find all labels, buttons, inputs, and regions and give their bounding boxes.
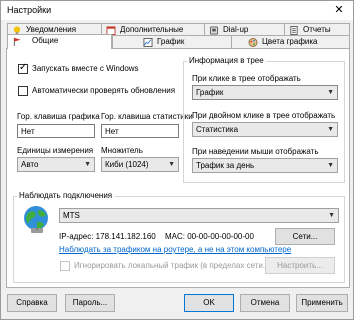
multiplier-label: Множитель (101, 146, 143, 155)
tray-click-label: При клике в трее отображать (192, 74, 301, 83)
tray-hover-value: Трафик за день (196, 161, 255, 170)
report-icon (290, 26, 298, 35)
configure-button[interactable]: Настроить... (265, 257, 335, 274)
multiplier-select[interactable]: Киби (1024) ▼ (101, 157, 179, 172)
hotkey-graph-input[interactable]: Нет (17, 124, 95, 138)
chevron-down-icon: ▼ (84, 161, 91, 168)
graph-icon (143, 38, 153, 47)
multiplier-value: Киби (1024) (105, 160, 149, 169)
autostart-checkbox[interactable] (18, 62, 28, 74)
tray-click-select[interactable]: График ▼ (192, 85, 338, 100)
hotkey-stats-input[interactable]: Нет (101, 124, 179, 138)
tab-notifications-label: Уведомления (26, 25, 77, 34)
tab-graph-colors-label: Цвета графика (262, 37, 318, 46)
tab-general[interactable]: Общие (7, 34, 112, 49)
title-bar: Настройки ✕ (1, 1, 353, 20)
close-icon[interactable]: ✕ (325, 1, 353, 20)
tab-general-label: Общие (32, 36, 59, 45)
tray-dblclick-label: При двойном клике в трее отображать (192, 111, 336, 120)
chevron-down-icon: ▼ (168, 161, 175, 168)
router-link[interactable]: Наблюдать за трафиком на роутере, а не н… (59, 245, 291, 254)
autoupdate-checkbox[interactable] (18, 86, 28, 96)
window-title: Настройки (7, 5, 52, 15)
password-button[interactable]: Пароль... (65, 294, 115, 312)
globe-network-icon (24, 206, 48, 233)
tray-hover-label: При наведении мыши отображать (192, 147, 319, 156)
networks-button[interactable]: Сети... (275, 228, 335, 245)
tray-dblclick-select[interactable]: Статистика ▼ (192, 122, 338, 137)
ignore-local-checkbox[interactable] (60, 261, 70, 271)
tab-reports-label: Отчеты (303, 25, 331, 34)
ignore-local-label: Игнорировать локальный трафик (в предела… (74, 261, 270, 270)
help-button[interactable]: Справка (7, 294, 57, 312)
flag-icon (13, 37, 21, 46)
autoupdate-label: Автоматически проверять обновления (32, 86, 176, 95)
tab-dialup-label: Dial-up (223, 25, 249, 34)
settings-window: Настройки ✕ Уведомления Дополнительные D… (0, 0, 354, 320)
tab-graph[interactable]: График (112, 35, 232, 48)
chevron-down-icon: ▼ (327, 162, 334, 169)
mac-address-text: MAC: 00-00-00-00-00-00 (165, 232, 254, 241)
connection-select[interactable]: MTS ▼ (59, 208, 339, 223)
apply-button[interactable]: Применить (296, 294, 348, 312)
tab-graph-colors[interactable]: Цвета графика (231, 35, 350, 48)
cancel-button[interactable]: Отмена (240, 294, 290, 312)
chevron-down-icon: ▼ (328, 212, 335, 219)
hotkey-stats-label: Гор. клавиша статистики (101, 112, 193, 121)
palette-icon (248, 38, 258, 47)
units-select[interactable]: Авто ▼ (17, 157, 95, 172)
chevron-down-icon: ▼ (327, 89, 334, 96)
tray-dblclick-value: Статистика (196, 125, 239, 134)
chevron-down-icon: ▼ (327, 126, 334, 133)
connection-value: MTS (63, 211, 80, 220)
units-label: Единицы измерения (17, 146, 94, 155)
ok-button[interactable]: OK (184, 294, 234, 312)
hotkey-graph-label: Гор. клавиша графика (17, 112, 100, 121)
connection-title: Наблюдать подключения (17, 191, 115, 200)
units-value: Авто (21, 160, 39, 169)
tab-graph-label: График (157, 37, 185, 46)
general-panel: Запускать вместе с Windows Автоматически… (6, 48, 350, 288)
tray-click-value: График (196, 88, 224, 97)
tray-info-title: Информация в трее (187, 56, 266, 65)
autostart-label: Запускать вместе с Windows (32, 64, 139, 73)
tab-advanced-label: Дополнительные (120, 25, 184, 34)
ip-address-text: IP-адрес: 178.141.182.160 (59, 232, 156, 241)
phone-icon (209, 26, 219, 35)
tray-hover-select[interactable]: Трафик за день ▼ (192, 158, 338, 173)
